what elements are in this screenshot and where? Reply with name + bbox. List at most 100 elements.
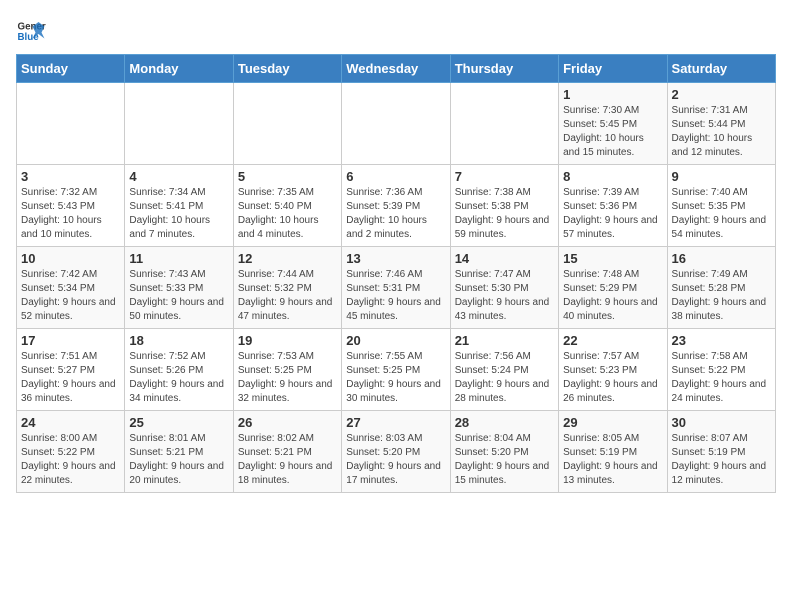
calendar-cell: 9 Sunrise: 7:40 AM Sunset: 5:35 PM Daylig… <box>667 165 775 247</box>
calendar-cell <box>342 83 450 165</box>
day-info: Sunrise: 7:55 AM Sunset: 5:25 PM Dayligh… <box>346 350 445 406</box>
day-number: 11 <box>129 251 228 266</box>
week-row-4: 17 Sunrise: 7:51 AM Sunset: 5:27 PM Dayli… <box>17 329 776 411</box>
day-info: Sunrise: 7:34 AM Sunset: 5:41 PM Dayligh… <box>129 186 228 242</box>
day-info: Sunrise: 8:01 AM Sunset: 5:21 PM Dayligh… <box>129 432 228 488</box>
day-info: Sunrise: 7:57 AM Sunset: 5:23 PM Dayligh… <box>563 350 662 406</box>
day-number: 17 <box>21 333 120 348</box>
calendar-cell: 27Sunrise: 8:03 AM Sunset: 5:20 PM Dayli… <box>342 411 450 493</box>
day-header-sunday: Sunday <box>17 55 125 83</box>
logo: General Blue <box>16 16 46 46</box>
day-header-friday: Friday <box>559 55 667 83</box>
day-number: 23 <box>672 333 771 348</box>
day-number: 1 <box>563 87 662 102</box>
calendar-cell: 15 Sunrise: 7:48 AM Sunset: 5:29 PM Dayli… <box>559 247 667 329</box>
day-number: 26 <box>238 415 337 430</box>
calendar-header: SundayMondayTuesdayWednesdayThursdayFrid… <box>17 55 776 83</box>
day-number: 27 <box>346 415 445 430</box>
week-row-3: 10 Sunrise: 7:42 AM Sunset: 5:34 PM Dayli… <box>17 247 776 329</box>
day-info: Sunrise: 7:43 AM Sunset: 5:33 PM Dayligh… <box>129 268 228 324</box>
day-number: 4 <box>129 169 228 184</box>
day-number: 15 <box>563 251 662 266</box>
week-row-2: 3 Sunrise: 7:32 AM Sunset: 5:43 PM Daylig… <box>17 165 776 247</box>
day-header-tuesday: Tuesday <box>233 55 341 83</box>
logo-icon: General Blue <box>16 16 46 46</box>
day-number: 12 <box>238 251 337 266</box>
day-info: Sunrise: 7:47 AM Sunset: 5:30 PM Dayligh… <box>455 268 554 324</box>
day-header-wednesday: Wednesday <box>342 55 450 83</box>
calendar-cell <box>450 83 558 165</box>
calendar-cell <box>125 83 233 165</box>
calendar-cell: 22 Sunrise: 7:57 AM Sunset: 5:23 PM Dayli… <box>559 329 667 411</box>
calendar-cell: 24 Sunrise: 8:00 AM Sunset: 5:22 PM Dayli… <box>17 411 125 493</box>
day-number: 7 <box>455 169 554 184</box>
calendar-cell: 21 Sunrise: 7:56 AM Sunset: 5:24 PM Dayli… <box>450 329 558 411</box>
calendar-cell: 10 Sunrise: 7:42 AM Sunset: 5:34 PM Dayli… <box>17 247 125 329</box>
day-info: Sunrise: 7:40 AM Sunset: 5:35 PM Dayligh… <box>672 186 771 242</box>
calendar-cell: 11 Sunrise: 7:43 AM Sunset: 5:33 PM Dayli… <box>125 247 233 329</box>
calendar-body: 1Sunrise: 7:30 AM Sunset: 5:45 PM Daylig… <box>17 83 776 493</box>
day-number: 14 <box>455 251 554 266</box>
day-info: Sunrise: 7:52 AM Sunset: 5:26 PM Dayligh… <box>129 350 228 406</box>
day-number: 2 <box>672 87 771 102</box>
day-info: Sunrise: 7:48 AM Sunset: 5:29 PM Dayligh… <box>563 268 662 324</box>
day-number: 21 <box>455 333 554 348</box>
day-number: 3 <box>21 169 120 184</box>
day-info: Sunrise: 7:39 AM Sunset: 5:36 PM Dayligh… <box>563 186 662 242</box>
day-number: 9 <box>672 169 771 184</box>
calendar-cell: 1Sunrise: 7:30 AM Sunset: 5:45 PM Daylig… <box>559 83 667 165</box>
day-info: Sunrise: 7:53 AM Sunset: 5:25 PM Dayligh… <box>238 350 337 406</box>
calendar-cell: 25 Sunrise: 8:01 AM Sunset: 5:21 PM Dayli… <box>125 411 233 493</box>
day-header-row: SundayMondayTuesdayWednesdayThursdayFrid… <box>17 55 776 83</box>
day-number: 25 <box>129 415 228 430</box>
calendar-cell: 23 Sunrise: 7:58 AM Sunset: 5:22 PM Dayli… <box>667 329 775 411</box>
day-info: Sunrise: 8:07 AM Sunset: 5:19 PM Dayligh… <box>672 432 771 488</box>
day-info: Sunrise: 8:02 AM Sunset: 5:21 PM Dayligh… <box>238 432 337 488</box>
calendar-cell: 26 Sunrise: 8:02 AM Sunset: 5:21 PM Dayli… <box>233 411 341 493</box>
day-info: Sunrise: 7:38 AM Sunset: 5:38 PM Dayligh… <box>455 186 554 242</box>
calendar-cell: 13 Sunrise: 7:46 AM Sunset: 5:31 PM Dayli… <box>342 247 450 329</box>
day-number: 10 <box>21 251 120 266</box>
day-header-saturday: Saturday <box>667 55 775 83</box>
day-header-thursday: Thursday <box>450 55 558 83</box>
calendar-cell: 7 Sunrise: 7:38 AM Sunset: 5:38 PM Daylig… <box>450 165 558 247</box>
calendar-cell: 29 Sunrise: 8:05 AM Sunset: 5:19 PM Dayli… <box>559 411 667 493</box>
day-number: 13 <box>346 251 445 266</box>
calendar-cell: 28Sunrise: 8:04 AM Sunset: 5:20 PM Dayli… <box>450 411 558 493</box>
calendar-cell: 16Sunrise: 7:49 AM Sunset: 5:28 PM Dayli… <box>667 247 775 329</box>
calendar-cell: 3 Sunrise: 7:32 AM Sunset: 5:43 PM Daylig… <box>17 165 125 247</box>
day-info: Sunrise: 7:35 AM Sunset: 5:40 PM Dayligh… <box>238 186 337 242</box>
header: General Blue <box>16 16 776 46</box>
week-row-5: 24 Sunrise: 8:00 AM Sunset: 5:22 PM Dayli… <box>17 411 776 493</box>
day-info: Sunrise: 8:05 AM Sunset: 5:19 PM Dayligh… <box>563 432 662 488</box>
calendar-cell: 2 Sunrise: 7:31 AM Sunset: 5:44 PM Daylig… <box>667 83 775 165</box>
calendar-cell: 8 Sunrise: 7:39 AM Sunset: 5:36 PM Daylig… <box>559 165 667 247</box>
day-header-monday: Monday <box>125 55 233 83</box>
calendar-cell: 19 Sunrise: 7:53 AM Sunset: 5:25 PM Dayli… <box>233 329 341 411</box>
calendar-cell: 18 Sunrise: 7:52 AM Sunset: 5:26 PM Dayli… <box>125 329 233 411</box>
week-row-1: 1Sunrise: 7:30 AM Sunset: 5:45 PM Daylig… <box>17 83 776 165</box>
day-info: Sunrise: 7:44 AM Sunset: 5:32 PM Dayligh… <box>238 268 337 324</box>
day-info: Sunrise: 7:58 AM Sunset: 5:22 PM Dayligh… <box>672 350 771 406</box>
day-number: 16 <box>672 251 771 266</box>
calendar-cell: 30Sunrise: 8:07 AM Sunset: 5:19 PM Dayli… <box>667 411 775 493</box>
calendar-cell: 4 Sunrise: 7:34 AM Sunset: 5:41 PM Daylig… <box>125 165 233 247</box>
day-info: Sunrise: 7:56 AM Sunset: 5:24 PM Dayligh… <box>455 350 554 406</box>
day-info: Sunrise: 7:31 AM Sunset: 5:44 PM Dayligh… <box>672 104 771 160</box>
day-info: Sunrise: 7:46 AM Sunset: 5:31 PM Dayligh… <box>346 268 445 324</box>
day-info: Sunrise: 7:51 AM Sunset: 5:27 PM Dayligh… <box>21 350 120 406</box>
day-number: 24 <box>21 415 120 430</box>
day-number: 8 <box>563 169 662 184</box>
day-number: 19 <box>238 333 337 348</box>
calendar-cell <box>17 83 125 165</box>
day-info: Sunrise: 7:42 AM Sunset: 5:34 PM Dayligh… <box>21 268 120 324</box>
day-info: Sunrise: 8:00 AM Sunset: 5:22 PM Dayligh… <box>21 432 120 488</box>
day-number: 22 <box>563 333 662 348</box>
calendar-cell: 6Sunrise: 7:36 AM Sunset: 5:39 PM Daylig… <box>342 165 450 247</box>
day-number: 29 <box>563 415 662 430</box>
calendar-cell: 17 Sunrise: 7:51 AM Sunset: 5:27 PM Dayli… <box>17 329 125 411</box>
calendar-table: SundayMondayTuesdayWednesdayThursdayFrid… <box>16 54 776 493</box>
day-info: Sunrise: 7:32 AM Sunset: 5:43 PM Dayligh… <box>21 186 120 242</box>
day-number: 18 <box>129 333 228 348</box>
day-number: 6 <box>346 169 445 184</box>
